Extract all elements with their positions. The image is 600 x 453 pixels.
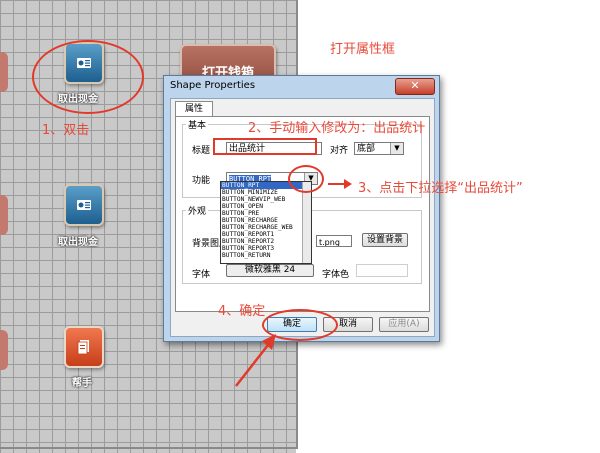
dialog-titlebar[interactable]: Shape Properties ✕ [164, 76, 439, 96]
tab-properties[interactable]: 属性 [175, 101, 213, 117]
document-icon [77, 340, 89, 355]
dropdown-item[interactable]: BUTTON_RECHARGE_WEB [221, 224, 311, 231]
close-icon: ✕ [410, 79, 420, 92]
annotation-step1: 1、双击 [42, 123, 90, 138]
title-input-highlight [213, 138, 317, 155]
dropdown-scrollbar[interactable] [302, 182, 311, 263]
cash-register-icon [77, 200, 91, 210]
align-label: 对齐 [330, 146, 349, 156]
bg-image-field[interactable]: t.png [316, 235, 352, 247]
dropdown-item[interactable]: BUTTON_RETURN [221, 252, 311, 259]
annotation-open-props: 打开属性框 [330, 42, 396, 57]
font-color-label: 字体色 [322, 270, 350, 280]
title-label: 标题 [192, 146, 211, 156]
dialog-title: Shape Properties [170, 80, 256, 91]
helper-tile-label: 帮手 [72, 378, 92, 389]
function-label: 功能 [192, 176, 211, 186]
font-label: 字体 [192, 270, 211, 280]
helper-tile[interactable] [64, 326, 104, 368]
font-color-swatch[interactable] [356, 264, 408, 277]
partial-tile[interactable] [0, 52, 8, 92]
annotation-step4: 4、确定 [218, 304, 266, 319]
dropdown-item[interactable]: BUTTON_REPORT1 [221, 231, 311, 238]
step1-highlight-ellipse [32, 40, 144, 114]
dropdown-item[interactable]: BUTTON_REPORT3 [221, 245, 311, 252]
cash-tile-2-label: 取出现金 [58, 237, 98, 248]
dropdown-item[interactable]: BUTTON_PRE [221, 210, 311, 217]
partial-tile[interactable] [0, 195, 8, 235]
dropdown-item[interactable]: BUTTON_OPEN [221, 203, 311, 210]
appearance-group-label: 外观 [186, 204, 209, 217]
close-button[interactable]: ✕ [395, 78, 435, 95]
cash-tile-2[interactable] [64, 184, 104, 226]
dropdown-item[interactable]: BUTTON_RECHARGE [221, 217, 311, 224]
dropdown-item[interactable]: BUTTON_REPORT2 [221, 238, 311, 245]
dropdown-item[interactable]: BUTTON_NEWVIP_WEB [221, 196, 311, 203]
font-picker[interactable]: 微软雅黑 24 [226, 264, 314, 277]
set-background-button[interactable]: 设置背景 [362, 233, 408, 247]
partial-tile[interactable] [0, 330, 8, 370]
annotation-step3: 3、点击下拉选择“出品统计” [358, 181, 523, 196]
basic-group-label: 基本 [186, 118, 209, 131]
ok-button-highlight [262, 309, 338, 341]
annotation-step2: 2、手动输入修改为：出品统计 [248, 121, 426, 136]
align-select[interactable]: 底部 ▼ [354, 142, 404, 155]
function-dropdown-list[interactable]: BUTTON_RPT BUTTON_MINIMIZE BUTTON_NEWVIP… [220, 181, 312, 264]
align-value: 底部 [357, 144, 376, 154]
apply-button: 应用(A) [379, 317, 429, 332]
dropdown-arrow-highlight [288, 165, 324, 193]
chevron-down-icon[interactable]: ▼ [390, 143, 403, 154]
